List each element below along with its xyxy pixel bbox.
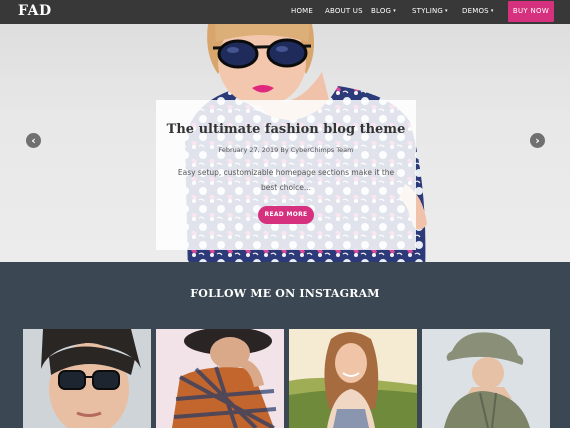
- instagram-photo-4[interactable]: [422, 329, 550, 428]
- buy-now-button[interactable]: BUY NOW: [508, 1, 554, 22]
- chevron-down-icon: ▾: [393, 8, 396, 14]
- nav-item-styling[interactable]: STYLING ▾: [412, 7, 448, 15]
- top-nav: FAD HOME ABOUT US BLOG ▾ STYLING ▾ DEMOS ▾ …: [0, 0, 570, 24]
- instagram-photo-3[interactable]: [289, 329, 417, 428]
- instagram-photo-2[interactable]: [156, 329, 284, 428]
- nav-item-blog[interactable]: BLOG ▾: [371, 7, 396, 15]
- instagram-section: FOLLOW ME ON INSTAGRAM: [0, 262, 570, 428]
- nav-item-home[interactable]: HOME: [291, 7, 313, 15]
- instagram-title: FOLLOW ME ON INSTAGRAM: [190, 287, 380, 300]
- instagram-photo-1[interactable]: [23, 329, 151, 428]
- slider-next-arrow[interactable]: ›: [530, 133, 545, 148]
- post-excerpt: Easy setup, customizable homepage sectio…: [177, 168, 395, 192]
- hero-post-card: The ultimate fashion blog theme February…: [156, 100, 416, 250]
- post-meta: February 27, 2019 By CyberChimps Team: [218, 146, 354, 154]
- chevron-down-icon: ▾: [490, 8, 494, 14]
- post-title[interactable]: The ultimate fashion blog theme: [156, 122, 416, 137]
- slider-prev-arrow[interactable]: ‹: [26, 133, 41, 148]
- hero-slider: ‹ › The ultimate fashion blog theme Febr…: [0, 24, 570, 262]
- nav-item-demos[interactable]: DEMOS ▾: [462, 7, 494, 15]
- site-logo[interactable]: FAD: [18, 3, 52, 19]
- chevron-down-icon: ▾: [445, 8, 448, 14]
- nav-item-about-us[interactable]: ABOUT US: [325, 7, 363, 15]
- read-more-button[interactable]: READ MORE: [258, 206, 314, 224]
